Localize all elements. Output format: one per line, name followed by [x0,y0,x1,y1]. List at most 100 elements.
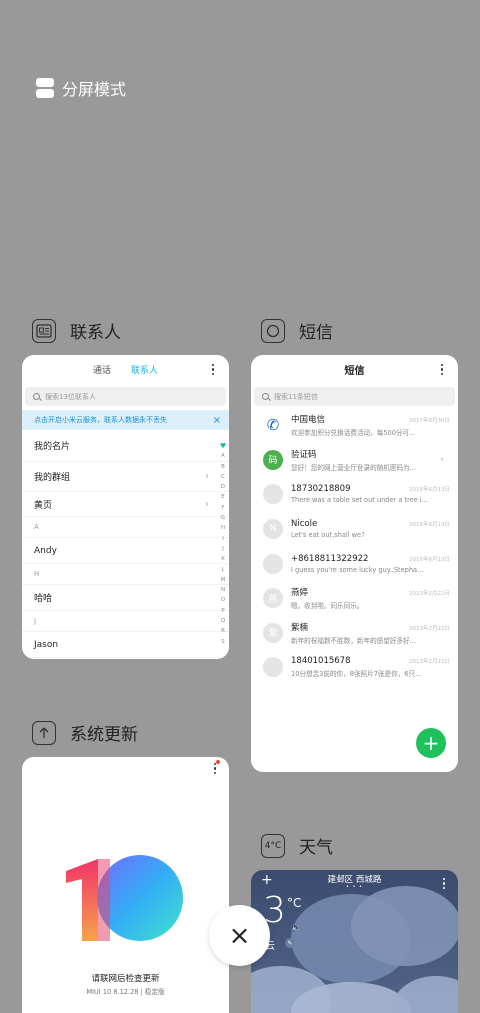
more-options-icon[interactable] [214,763,217,775]
favorites-index-icon[interactable]: ♥ [220,441,226,451]
update-app-card[interactable]: 请联网后检查更新 MIUI 10 8.12.28 | 稳定版 [22,757,229,1013]
alphabet-index-letter[interactable]: I [222,534,224,544]
sms-app-card[interactable]: 短信 搜索11条短信 ✆ 中国电信 2017年8月30日 欢迎参加积分兑换话费活动，每… [251,355,458,772]
tab-calls[interactable]: 通话 [93,363,111,376]
sms-title-bar: 短信 [251,355,458,383]
close-all-button[interactable]: × [209,905,270,966]
sender-name: 中国电信 [291,415,326,426]
contacts-app-header: 联系人 [32,318,121,343]
list-item[interactable]: 哈哈 [22,585,229,611]
alphabet-index-letter[interactable]: B [221,462,225,472]
chevron-right-icon: › [440,453,444,465]
list-item[interactable]: Andy [22,538,229,564]
avatar [263,553,283,574]
weather-app-card[interactable]: + 建邺区 西城路 • • • 3 °C 🔈 多云 ✎ [251,870,458,1013]
message-thread-row[interactable]: 18730218809 2015年6月13日 There was a table s… [251,477,458,512]
contacts-search-placeholder: 搜索13位联系人 [45,392,96,401]
banner-text: 点击开启小米云服务，联系人数据永不丢失 [34,416,167,424]
contacts-app-card[interactable]: 通话 联系人 搜索13位联系人 点击开启小米云服务，联系人数据永不丢失 × 我的… [22,355,229,659]
list-item[interactable]: 我的群组 › [22,462,229,492]
list-item[interactable]: 黄页 › [22,492,229,517]
split-screen-label: 分屏模式 [62,80,127,99]
alphabet-index-letter[interactable]: D [221,482,225,492]
alphabet-index-letter[interactable]: P [221,606,224,616]
alphabet-index-letter[interactable]: L [221,565,224,575]
message-date: 2013年2月22日 [409,659,450,666]
message-thread-row[interactable]: 码验证码您好！您的网上营业厅登录的随机密码为... › [251,443,458,478]
message-thread-row[interactable]: +8618811322922 2015年6月13日 I guess you're s… [251,546,458,581]
version-text: MIUI 10 8.12.28 | 稳定版 [86,988,165,996]
close-icon: × [228,920,251,951]
weather-app-icon: 4°C [261,833,285,858]
tab-contacts[interactable]: 联系人 [131,363,158,376]
sender-name: 验证码 [291,449,317,460]
more-options-icon[interactable] [441,364,444,376]
new-message-button[interactable]: + [416,728,446,758]
message-date: 2015年6月13日 [409,522,450,529]
message-thread-row[interactable]: 紫紫楠 2013年2月22日 新年的祝福数不胜数，新年的愿望好多好... [251,616,458,651]
alphabet-index-letter[interactable]: C [221,472,225,482]
split-screen-icon [36,78,54,98]
update-app-header: 系统更新 [32,720,138,745]
avatar: N [263,519,283,540]
update-app-name: 系统更新 [70,725,138,745]
alphabet-index-letter[interactable]: Q [221,616,225,626]
list-item-label: 我的名片 [34,442,71,452]
alphabet-index-letter[interactable]: J [222,544,224,554]
avatar [263,484,283,505]
avatar: 码 [263,449,283,470]
message-date: 2017年8月30日 [409,418,450,425]
speaker-icon[interactable]: 🔈 [291,923,301,932]
sender-name: 18730218809 [291,484,351,495]
alphabet-index-letter[interactable]: S [221,637,224,647]
alphabet-index-letter[interactable]: E [221,492,224,502]
alphabet-index-letter[interactable]: G [221,513,225,523]
list-item[interactable]: 我的名片 [22,430,229,462]
banner-close-icon[interactable]: × [213,415,221,426]
contacts-list: 我的名片 我的群组 › 黄页 › A Andy H 哈哈 J Jason [22,430,229,658]
sms-search-input[interactable]: 搜索11条短信 [254,387,455,406]
avatar: 燕 [263,588,283,609]
section-header: H [22,564,229,585]
message-date: 2015年6月13日 [409,487,450,494]
list-item[interactable]: Jason [22,632,229,658]
sms-app-icon [261,318,285,343]
alphabet-index-letter[interactable]: M [221,575,226,585]
edit-icon[interactable]: ✎ [285,938,295,948]
cloud-service-banner[interactable]: 点击开启小米云服务，联系人数据永不丢失 × [22,410,229,430]
alphabet-index-letter[interactable]: A [221,451,225,461]
message-preview: I guess you're some lucky guy..Stepha... [291,565,424,574]
message-thread-row[interactable]: 燕燕婷 2013年2月22日 嗯。收到啦。同乐同乐。 [251,581,458,616]
alphabet-index-letter[interactable]: O [221,595,225,605]
avatar [263,657,283,678]
sender-name: 18401015678 [291,656,351,667]
temperature-unit: °C [287,896,302,910]
more-options-icon[interactable] [212,364,215,376]
message-thread-row[interactable]: 18401015678 2013年2月22日 10分想念3前的你，8张照片7张是你，… [251,650,458,685]
update-status-text: 请联网后检查更新 [91,974,160,984]
split-screen-button[interactable]: 分屏模式 [36,76,126,100]
sms-app-header: 短信 [261,318,333,343]
message-preview: 您好！您的网上营业厅登录的随机密码为... [291,463,416,472]
section-letter: A [34,523,39,531]
alphabet-index-letter[interactable]: H [221,523,225,533]
message-thread-row[interactable]: ✆ 中国电信 2017年8月30日 欢迎参加积分兑换话费活动，每500分可... [251,408,458,443]
more-options-icon[interactable] [443,878,446,890]
message-date: 2013年2月22日 [409,591,450,598]
alphabet-index-letter[interactable]: F [221,503,224,513]
alphabet-index-letter[interactable]: K [221,554,225,564]
message-body: 中国电信 2017年8月30日 欢迎参加积分兑换话费活动，每500分可... [291,413,450,437]
sms-search-placeholder: 搜索11条短信 [274,392,318,401]
message-preview: 新年的祝福数不胜数，新年的愿望好多好... [291,636,416,645]
sender-name: Nicole [291,519,318,530]
alphabet-index-letter[interactable]: R [221,626,225,636]
alphabet-index[interactable]: ♥ A B C D E F G H I J K L M N O P Q R S [219,441,227,647]
list-item-label: Jason [34,639,59,650]
message-preview: There was a table set out under a tree i… [291,496,428,505]
contacts-search-input[interactable]: 搜索13位联系人 [25,387,226,406]
message-thread-row[interactable]: N Nicole 2015年6月13日 Let's eat out,shall we? [251,512,458,547]
avatar: 紫 [263,622,283,643]
cloud-shape [351,886,458,966]
chevron-right-icon: › [205,471,209,482]
alphabet-index-letter[interactable]: N [221,585,225,595]
